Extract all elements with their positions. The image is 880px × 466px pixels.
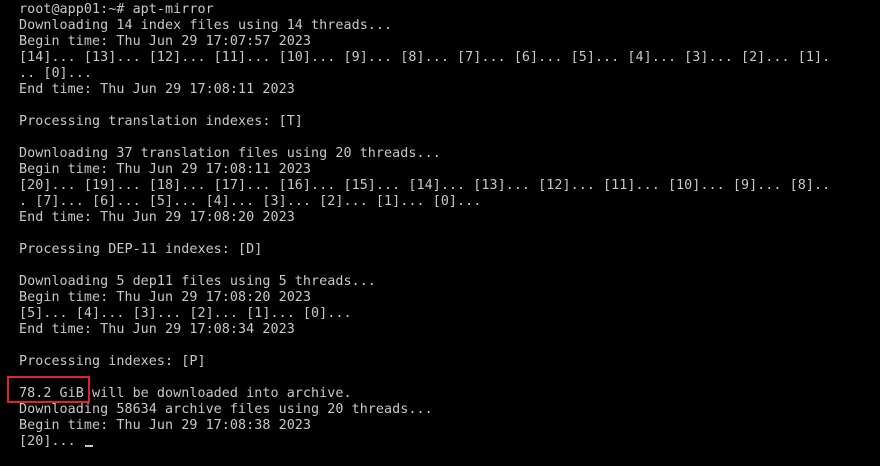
terminal-line: Downloading 37 translation files using 2… [19, 146, 441, 161]
terminal-line: Processing translation indexes: [T] [19, 114, 303, 129]
terminal-line: End time: Thu Jun 29 17:08:20 2023 [19, 210, 295, 225]
terminal-prompt-line[interactable]: [20]... [19, 434, 869, 450]
annotation-highlight-box [7, 376, 90, 403]
terminal-line: End time: Thu Jun 29 17:08:11 2023 [19, 82, 295, 97]
terminal-line: Processing DEP-11 indexes: [D] [19, 242, 263, 257]
terminal-line: Processing indexes: [P] [19, 354, 206, 369]
terminal-line: [14]... [13]... [12]... [11]... [10]... … [19, 50, 831, 65]
terminal-line: Begin time: Thu Jun 29 17:08:20 2023 [19, 290, 312, 305]
terminal-line: [5]... [4]... [3]... [2]... [1]... [0]..… [19, 306, 352, 321]
terminal-line: 78.2 GiB will be downloaded into archive… [19, 386, 352, 401]
terminal-line: Downloading 5 dep11 files using 5 thread… [19, 274, 376, 289]
terminal-line: [20]... [19]... [18]... [17]... [16]... … [19, 178, 831, 193]
terminal-line: End time: Thu Jun 29 17:08:34 2023 [19, 322, 295, 337]
terminal-line: Begin time: Thu Jun 29 17:08:11 2023 [19, 162, 312, 177]
terminal-line: Downloading 14 index files using 14 thre… [19, 18, 393, 33]
terminal-cursor [84, 445, 93, 447]
terminal-line: . [7]... [6]... [5]... [4]... [3]... [2]… [19, 194, 482, 209]
terminal-line-text: [20]... [19, 434, 84, 449]
terminal-line: .. [0]... [19, 66, 93, 81]
terminal-line: root@app01:~# apt-mirror [19, 2, 214, 17]
terminal-line: Begin time: Thu Jun 29 17:08:38 2023 [19, 418, 312, 433]
terminal-line: Begin time: Thu Jun 29 17:07:57 2023 [19, 34, 312, 49]
terminal-line: Downloading 58634 archive files using 20… [19, 402, 433, 417]
terminal-output: root@app01:~# apt-mirror Downloading 14 … [19, 2, 869, 450]
